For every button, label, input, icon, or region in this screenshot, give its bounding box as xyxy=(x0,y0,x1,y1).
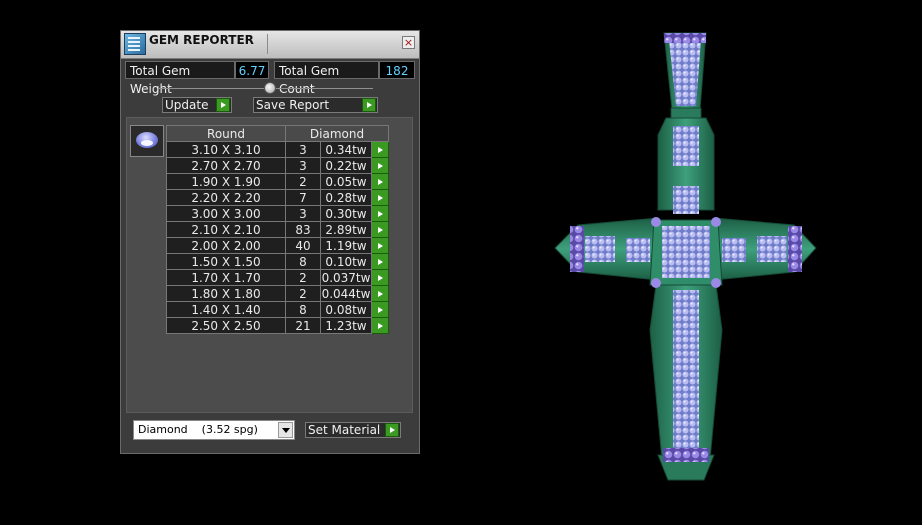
gem-size-cell: 2.00 X 2.00 xyxy=(166,237,286,254)
size-slider-knob[interactable] xyxy=(264,82,276,94)
gem-count-cell: 3 xyxy=(285,141,321,158)
update-button[interactable]: Update xyxy=(162,97,232,113)
table-row: 1.40 X 1.40 8 0.08tw xyxy=(166,301,389,318)
total-gem-count-label: Total Gem Count xyxy=(274,61,379,96)
table-row: 3.00 X 3.00 3 0.30tw xyxy=(166,205,389,222)
cross-pendant-render[interactable] xyxy=(430,0,922,525)
gem-weight-cell: 0.10tw xyxy=(320,253,372,270)
play-arrow-icon[interactable] xyxy=(371,301,389,318)
play-arrow-icon[interactable] xyxy=(371,269,389,286)
gem-size-cell: 1.70 X 1.70 xyxy=(166,269,286,286)
gem-size-cell: 1.40 X 1.40 xyxy=(166,301,286,318)
gem-size-cell: 1.80 X 1.80 xyxy=(166,285,286,302)
save-report-button-label: Save Report xyxy=(256,98,330,112)
play-arrow-icon[interactable] xyxy=(371,173,389,190)
table-row: 1.70 X 1.70 2 0.037tw xyxy=(166,269,389,286)
play-arrow-icon[interactable] xyxy=(371,285,389,302)
table-row: 1.90 X 1.90 2 0.05tw xyxy=(166,173,389,190)
table-row: 2.70 X 2.70 3 0.22tw xyxy=(166,157,389,174)
gem-weight-cell: 1.23tw xyxy=(320,317,372,334)
play-arrow-icon[interactable] xyxy=(371,221,389,238)
3d-viewport[interactable] xyxy=(430,0,922,525)
title-bar[interactable]: GEM REPORTER × xyxy=(121,31,419,59)
update-button-label: Update xyxy=(165,98,209,112)
gem-weight-cell: 0.05tw xyxy=(320,173,372,190)
gem-count-cell: 2 xyxy=(285,285,321,302)
cross-vertical-arm xyxy=(649,117,723,481)
gem-weight-cell: 0.34tw xyxy=(320,141,372,158)
window-title: GEM REPORTER xyxy=(149,33,254,47)
table-row: 2.20 X 2.20 7 0.28tw xyxy=(166,189,389,206)
set-material-button[interactable]: Set Material xyxy=(305,422,401,438)
gem-count-cell: 83 xyxy=(285,221,321,238)
close-icon[interactable]: × xyxy=(402,36,415,49)
gem-size-cell: 1.50 X 1.50 xyxy=(166,253,286,270)
play-arrow-icon[interactable] xyxy=(371,237,389,254)
gem-count-cell: 7 xyxy=(285,189,321,206)
table-row: 1.50 X 1.50 8 0.10tw xyxy=(166,253,389,270)
gem-reporter-panel: GEM REPORTER × Total Gem Weight 6.77 Tot… xyxy=(120,30,420,454)
save-report-button[interactable]: Save Report xyxy=(253,97,378,113)
total-gem-count-value: 182 xyxy=(379,61,415,79)
gem-size-cell: 2.70 X 2.70 xyxy=(166,157,286,174)
title-separator xyxy=(267,34,268,54)
gem-weight-cell: 1.19tw xyxy=(320,237,372,254)
table-row: 2.10 X 2.10 83 2.89tw xyxy=(166,221,389,238)
gem-count-cell: 21 xyxy=(285,317,321,334)
round-gem-icon[interactable] xyxy=(130,125,164,157)
gem-count-cell: 8 xyxy=(285,253,321,270)
total-gem-weight-label: Total Gem Weight xyxy=(125,61,235,96)
table-row: 3.10 X 3.10 3 0.34tw xyxy=(166,141,389,158)
gem-count-cell: 3 xyxy=(285,205,321,222)
table-row: 2.00 X 2.00 40 1.19tw xyxy=(166,237,389,254)
play-arrow-icon[interactable] xyxy=(371,205,389,222)
play-arrow-icon[interactable] xyxy=(371,157,389,174)
gem-size-cell: 2.50 X 2.50 xyxy=(166,317,286,334)
play-arrow-icon[interactable] xyxy=(371,189,389,206)
gem-count-cell: 2 xyxy=(285,269,321,286)
chevron-down-icon[interactable] xyxy=(278,422,293,438)
gem-count-cell: 40 xyxy=(285,237,321,254)
cross-center xyxy=(649,217,723,288)
play-arrow-icon[interactable] xyxy=(385,423,399,437)
gem-size-cell: 3.00 X 3.00 xyxy=(166,205,286,222)
total-gem-weight-value: 6.77 xyxy=(235,61,269,79)
gem-size-cell: 3.10 X 3.10 xyxy=(166,141,286,158)
gem-weight-cell: 0.044tw xyxy=(320,285,372,302)
gem-size-cell: 2.20 X 2.20 xyxy=(166,189,286,206)
play-arrow-icon[interactable] xyxy=(362,98,376,112)
gem-count-cell: 2 xyxy=(285,173,321,190)
play-arrow-icon[interactable] xyxy=(371,253,389,270)
play-arrow-icon[interactable] xyxy=(371,317,389,334)
set-material-button-label: Set Material xyxy=(308,423,381,437)
play-arrow-icon[interactable] xyxy=(216,98,230,112)
material-select-value: Diamond (3.52 spg) xyxy=(138,423,258,436)
material-select[interactable]: Diamond (3.52 spg) xyxy=(133,420,295,440)
table-row: 1.80 X 1.80 2 0.044tw xyxy=(166,285,389,302)
gem-weight-cell: 0.30tw xyxy=(320,205,372,222)
gem-weight-cell: 2.89tw xyxy=(320,221,372,238)
gem-weight-cell: 0.037tw xyxy=(320,269,372,286)
gem-reporter-app-icon xyxy=(124,33,146,55)
material-header: Diamond xyxy=(285,125,389,142)
shape-header: Round xyxy=(166,125,286,142)
gem-weight-cell: 0.28tw xyxy=(320,189,372,206)
gem-count-cell: 8 xyxy=(285,301,321,318)
gem-size-cell: 1.90 X 1.90 xyxy=(166,173,286,190)
play-arrow-icon[interactable] xyxy=(371,141,389,158)
gem-weight-cell: 0.22tw xyxy=(320,157,372,174)
table-row: 2.50 X 2.50 21 1.23tw xyxy=(166,317,389,334)
gem-size-cell: 2.10 X 2.10 xyxy=(166,221,286,238)
gem-count-cell: 3 xyxy=(285,157,321,174)
gem-weight-cell: 0.08tw xyxy=(320,301,372,318)
gem-table: Round Diamond 3.10 X 3.10 3 0.34tw 2.70 X 2… xyxy=(166,125,389,334)
bail xyxy=(663,32,707,119)
